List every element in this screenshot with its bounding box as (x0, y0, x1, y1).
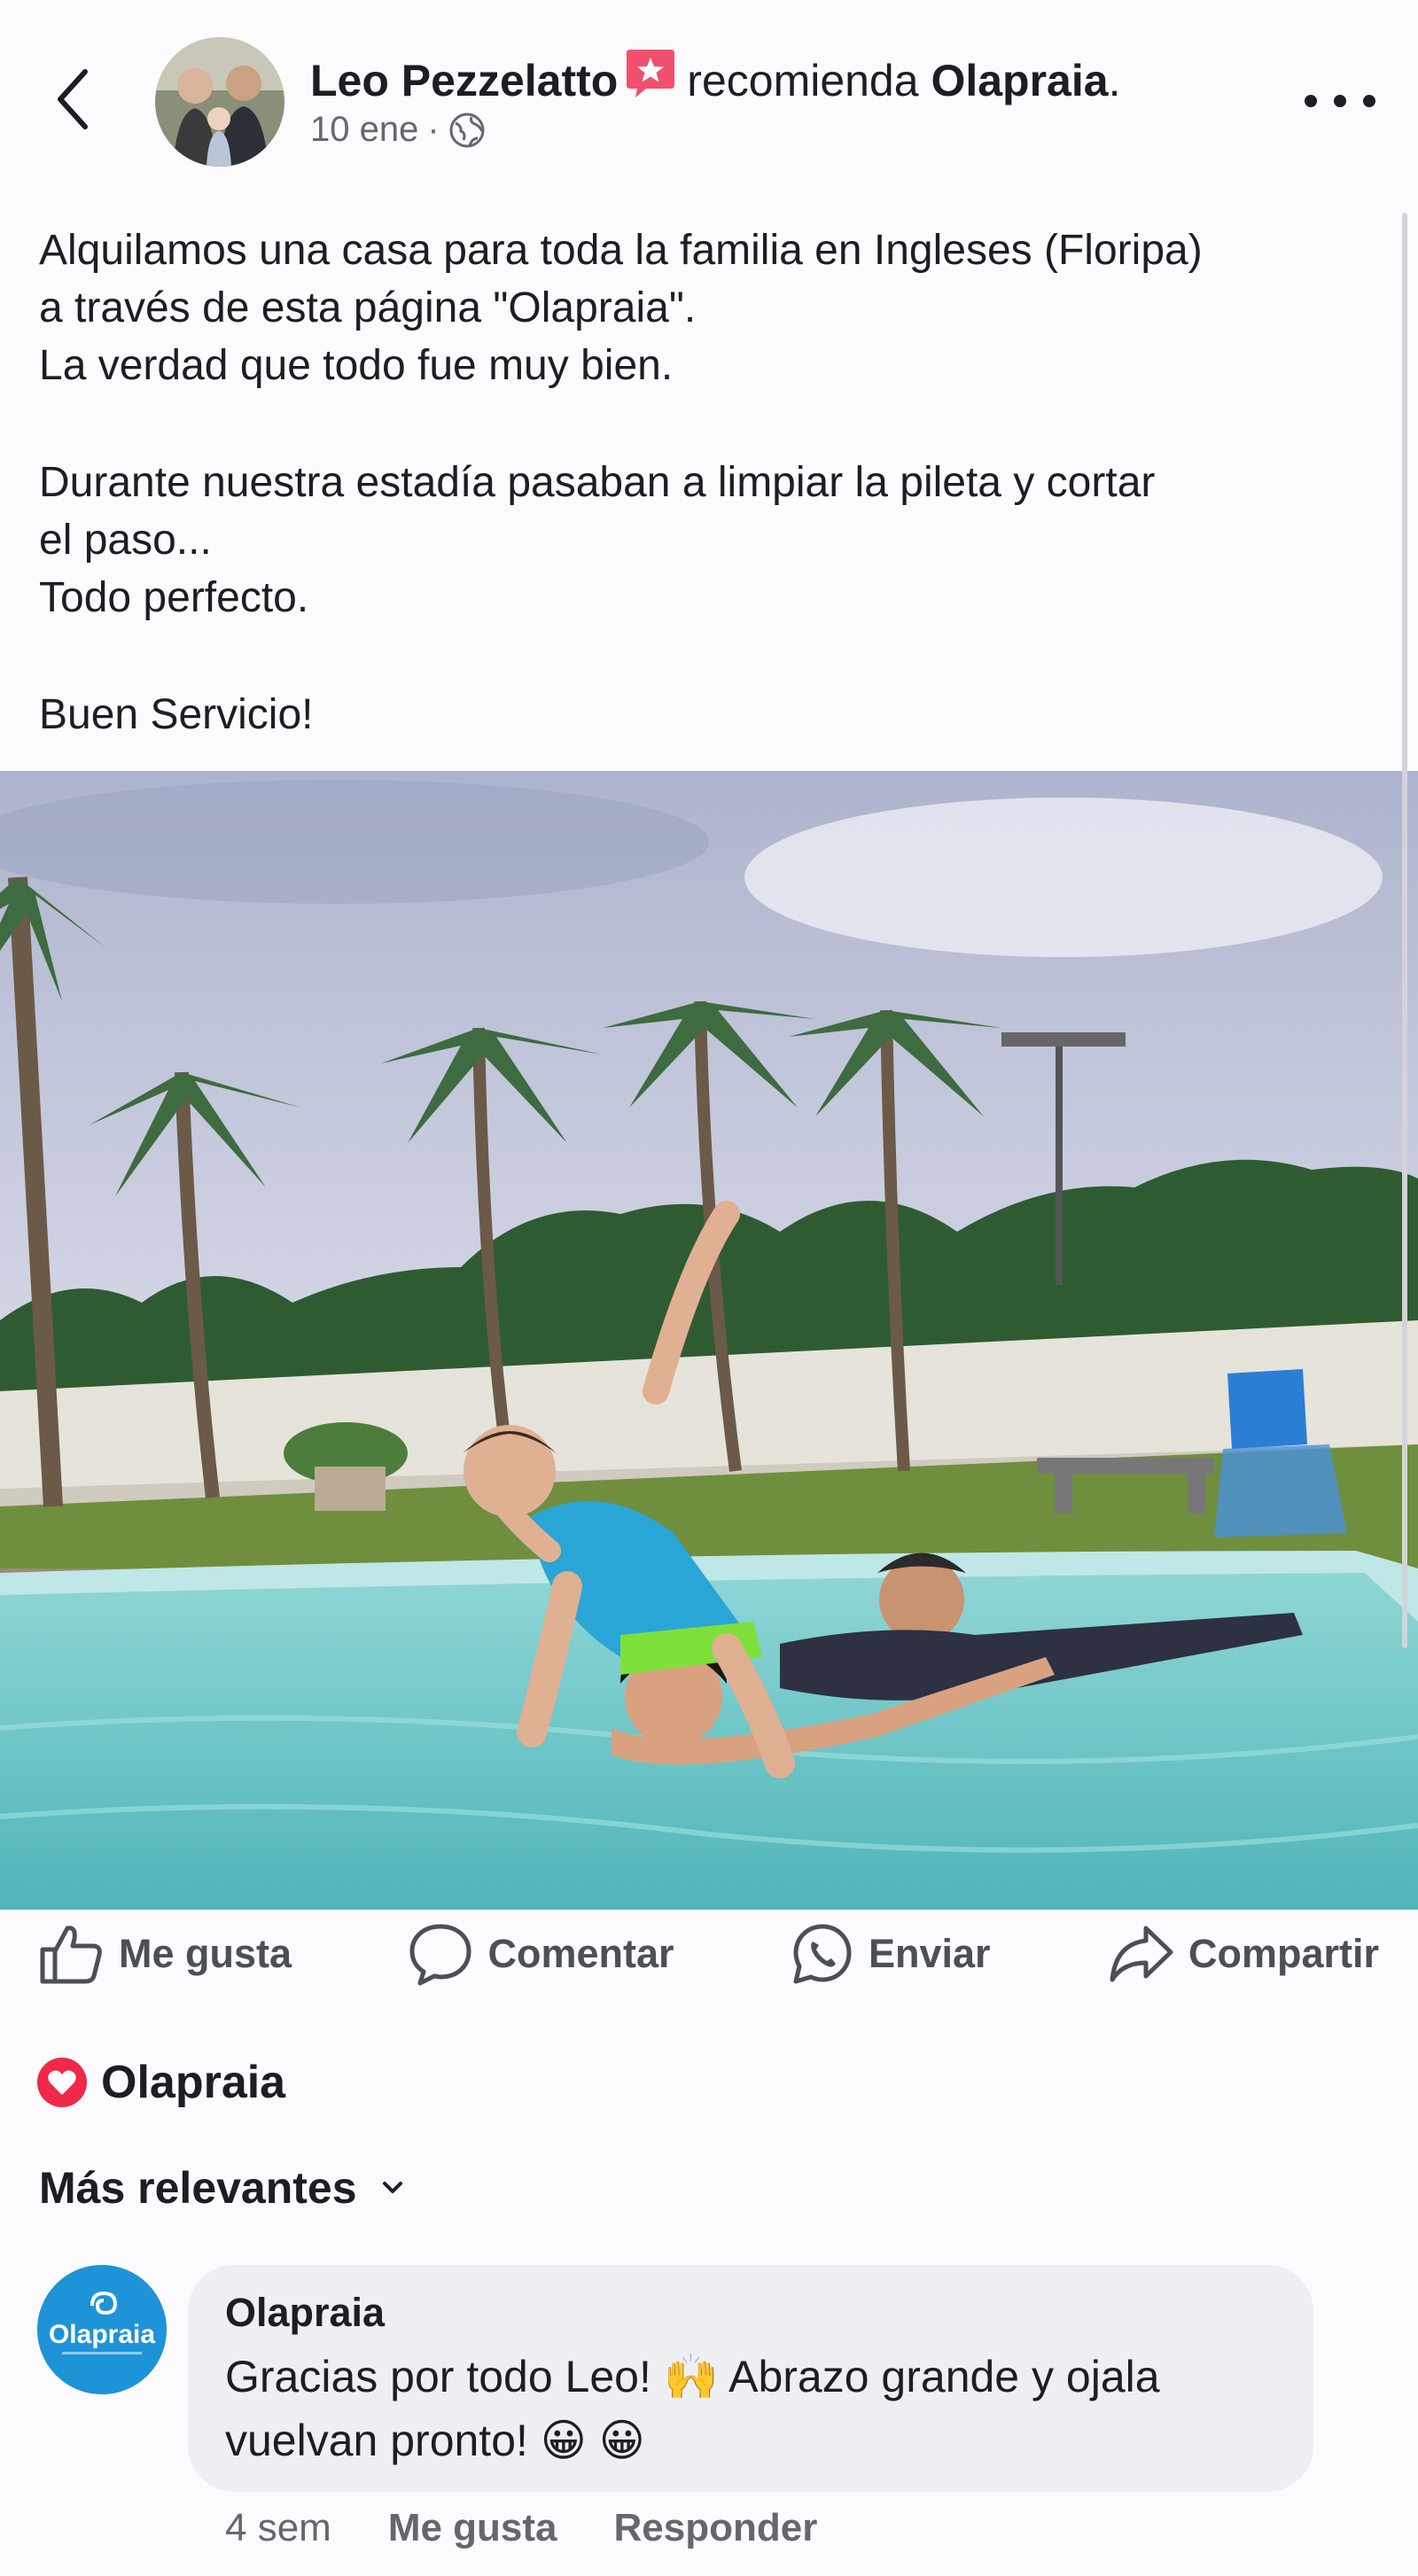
page-name-link[interactable]: Olapraia (931, 56, 1108, 105)
author-name[interactable]: Leo Pezzelatto (310, 56, 618, 105)
post-text-line: Buen Servicio! (39, 691, 314, 738)
comment-author[interactable]: Olapraia (225, 2290, 385, 2336)
post-title-line: Leo Pezzelatto recomienda Olapraia. (310, 46, 1120, 114)
send-label: Enviar (868, 1931, 991, 1976)
comments-sort-dropdown[interactable]: Más relevantes (39, 2162, 403, 2214)
chevron-down-icon (382, 2182, 402, 2193)
like-label: Me gusta (119, 1931, 292, 1976)
comment-meta: 4 sem Me gusta Responder (225, 2506, 817, 2550)
post-text-line: Durante nuestra estadía pasaban a limpia… (39, 459, 1156, 506)
chevron-left-icon (58, 69, 88, 129)
scrollbar[interactable] (1402, 213, 1407, 1648)
post-meta: 10 ene · (310, 110, 486, 150)
comment-text-line: Gracias por todo Leo! 🙌 Abrazo grande y … (225, 2352, 1160, 2401)
comment-button[interactable]: Comentar (408, 1921, 674, 1987)
thumbs-up-icon (40, 1926, 102, 1984)
comment-icon (409, 1924, 471, 1986)
back-button[interactable] (46, 64, 99, 135)
comment-time: 4 sem (225, 2506, 331, 2549)
dot (1334, 95, 1346, 107)
meta-separator: · (427, 110, 440, 149)
recommend-badge-icon (623, 46, 678, 114)
whatsapp-icon (793, 1924, 852, 1984)
comment-text-line: vuelvan pronto! 😀 😀 (225, 2416, 645, 2465)
sort-label: Más relevantes (39, 2163, 357, 2213)
dot (1305, 95, 1317, 107)
comment-like-button[interactable]: Me gusta (388, 2506, 557, 2550)
comment-text: Gracias por todo Leo! 🙌 Abrazo grande y … (225, 2345, 1289, 2472)
post-text-line: Alquilamos una casa para toda la familia… (39, 227, 1203, 274)
post-photo[interactable] (0, 771, 1418, 1910)
send-button[interactable]: Enviar (791, 1922, 991, 1986)
comment-label: Comentar (487, 1931, 674, 1976)
reactions-label: Olapraia (101, 2057, 286, 2108)
post-actions-bar: Me gusta Comentar Enviar Compartir (0, 1914, 1418, 1994)
post-text-line: a través de esta página "Olapraia". (39, 284, 697, 331)
globe-icon (449, 113, 485, 147)
commenter-avatar[interactable]: Olapraia (37, 2265, 167, 2394)
more-options-button[interactable] (1305, 82, 1375, 121)
recommend-verb: recomienda (687, 56, 919, 105)
logo-text: Olapraia (49, 2320, 155, 2349)
share-button[interactable]: Compartir (1107, 1923, 1379, 1985)
comment-reply-button[interactable]: Responder (614, 2506, 818, 2550)
share-label: Compartir (1188, 1931, 1379, 1976)
post-date[interactable]: 10 ene (310, 110, 418, 150)
like-button[interactable]: Me gusta (39, 1923, 292, 1985)
reactions-summary[interactable]: Olapraia (37, 2056, 285, 2109)
post-text: Alquilamos una casa para toda la familia… (39, 222, 1395, 743)
author-avatar[interactable] (155, 37, 284, 167)
love-reaction-icon (37, 2058, 87, 2107)
dot (1363, 95, 1375, 107)
post-text-line: La verdad que todo fue muy bien. (39, 342, 674, 389)
post-text-line: el paso... (39, 517, 212, 564)
post-text-line: Todo perfecto. (39, 574, 309, 621)
share-icon (1110, 1926, 1173, 1982)
